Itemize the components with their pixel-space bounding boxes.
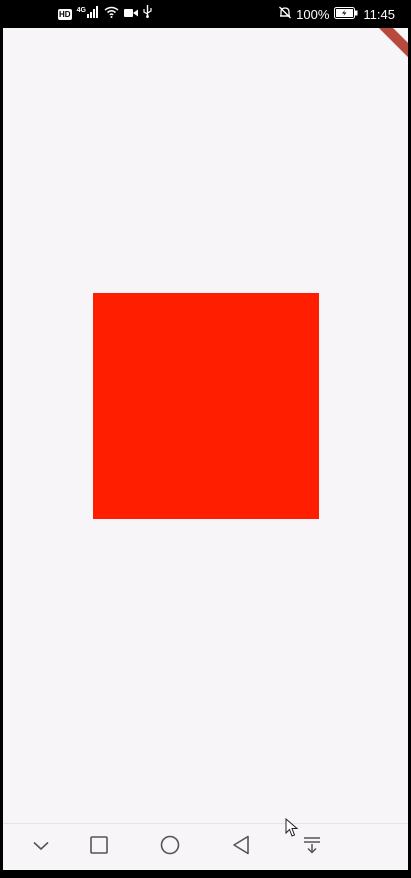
network-type-label: 4G bbox=[76, 6, 86, 14]
notifications-pulldown-button[interactable] bbox=[300, 835, 324, 859]
debug-ribbon bbox=[370, 28, 408, 70]
signal-bars-icon bbox=[86, 5, 99, 23]
battery-percent: 100% bbox=[296, 6, 330, 22]
chevron-down-icon bbox=[33, 838, 49, 856]
status-right-group: 100% 11:45 bbox=[279, 6, 395, 22]
app-surface bbox=[3, 28, 408, 823]
wifi-icon bbox=[104, 5, 119, 23]
hide-nav-button[interactable] bbox=[29, 835, 53, 859]
clock-time: 11:45 bbox=[363, 6, 395, 22]
pull-down-icon bbox=[303, 836, 321, 859]
back-button[interactable] bbox=[229, 835, 253, 859]
triangle-back-icon bbox=[232, 835, 250, 860]
mouse-pointer-icon bbox=[285, 817, 299, 838]
video-camera-icon bbox=[123, 5, 138, 23]
hd-badge: HD bbox=[58, 8, 72, 20]
home-button[interactable] bbox=[158, 835, 182, 859]
recents-button[interactable] bbox=[87, 835, 111, 859]
navigation-bar bbox=[3, 823, 408, 870]
status-left-group: HD 4G bbox=[58, 5, 152, 23]
red-square bbox=[93, 293, 319, 519]
bell-off-icon bbox=[279, 6, 292, 22]
usb-icon bbox=[143, 5, 152, 23]
battery-charging-icon bbox=[334, 6, 358, 22]
status-bar: HD 4G 100% 11:45 bbox=[3, 0, 408, 28]
circle-icon bbox=[160, 835, 180, 860]
square-icon bbox=[90, 835, 108, 859]
phone-screen: HD 4G 100% 11:45 bbox=[0, 0, 411, 878]
